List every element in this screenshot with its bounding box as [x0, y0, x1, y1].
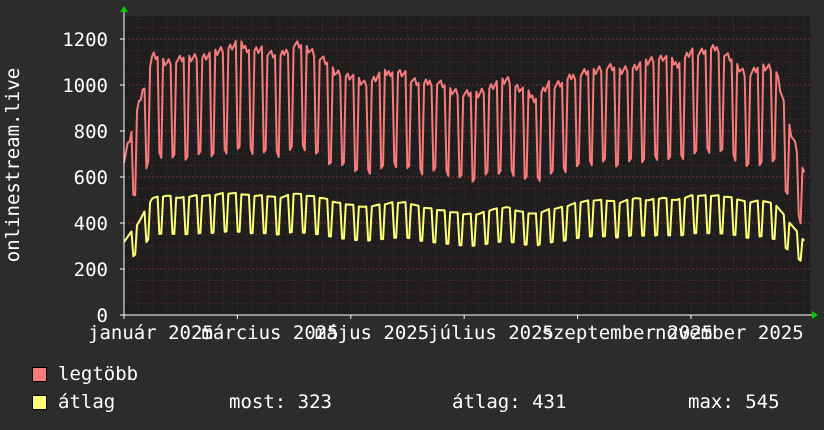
stat-average-value: 431 — [532, 391, 567, 413]
x-tick-label: január 2025 — [88, 322, 214, 344]
stat-average-label: átlag: — [452, 391, 521, 413]
stat-current: most: 323 — [229, 391, 332, 413]
y-tick-label: 800 — [74, 121, 108, 143]
legend-swatch-avg — [32, 394, 47, 410]
stat-current-label: most: — [229, 391, 287, 413]
y-tick-label: 200 — [74, 259, 108, 281]
y-tick-label: 1000 — [62, 75, 108, 97]
legend-label-avg: átlag — [58, 391, 116, 413]
stat-maximum-value: 545 — [745, 391, 780, 413]
y-tick-labels: 020040060080010001200 — [62, 29, 124, 327]
stat-current-value: 323 — [297, 391, 332, 413]
legend-row-avg: átlag most: 323 átlag: 431 max: 545 — [32, 391, 812, 413]
x-tick-label: május 2025 — [315, 322, 429, 344]
x-tick-labels: január 2025március 2025május 2025július … — [88, 315, 804, 344]
x-tick-label: július 2025 — [428, 322, 554, 344]
legend-label-max: legtöbb — [58, 363, 139, 385]
y-tick-label: 1200 — [62, 29, 108, 51]
legend-swatch-max — [32, 366, 47, 382]
y-axis-arrow-icon — [120, 6, 128, 12]
stat-maximum-label: max: — [688, 391, 734, 413]
stat-average: átlag: 431 — [452, 391, 566, 413]
chart: 020040060080010001200 január 2025március… — [62, 6, 818, 344]
y-tick-label: 400 — [74, 213, 108, 235]
legend-row-max: legtöbb — [32, 363, 138, 385]
y-tick-label: 600 — [74, 167, 108, 189]
stat-maximum: max: 545 — [688, 391, 780, 413]
chart-window: onlinestream.live 0 200 400 600 800 1000 1200 … — [0, 0, 824, 430]
x-axis-arrow-icon — [812, 311, 818, 319]
x-tick-label: november 2025 — [655, 322, 804, 344]
